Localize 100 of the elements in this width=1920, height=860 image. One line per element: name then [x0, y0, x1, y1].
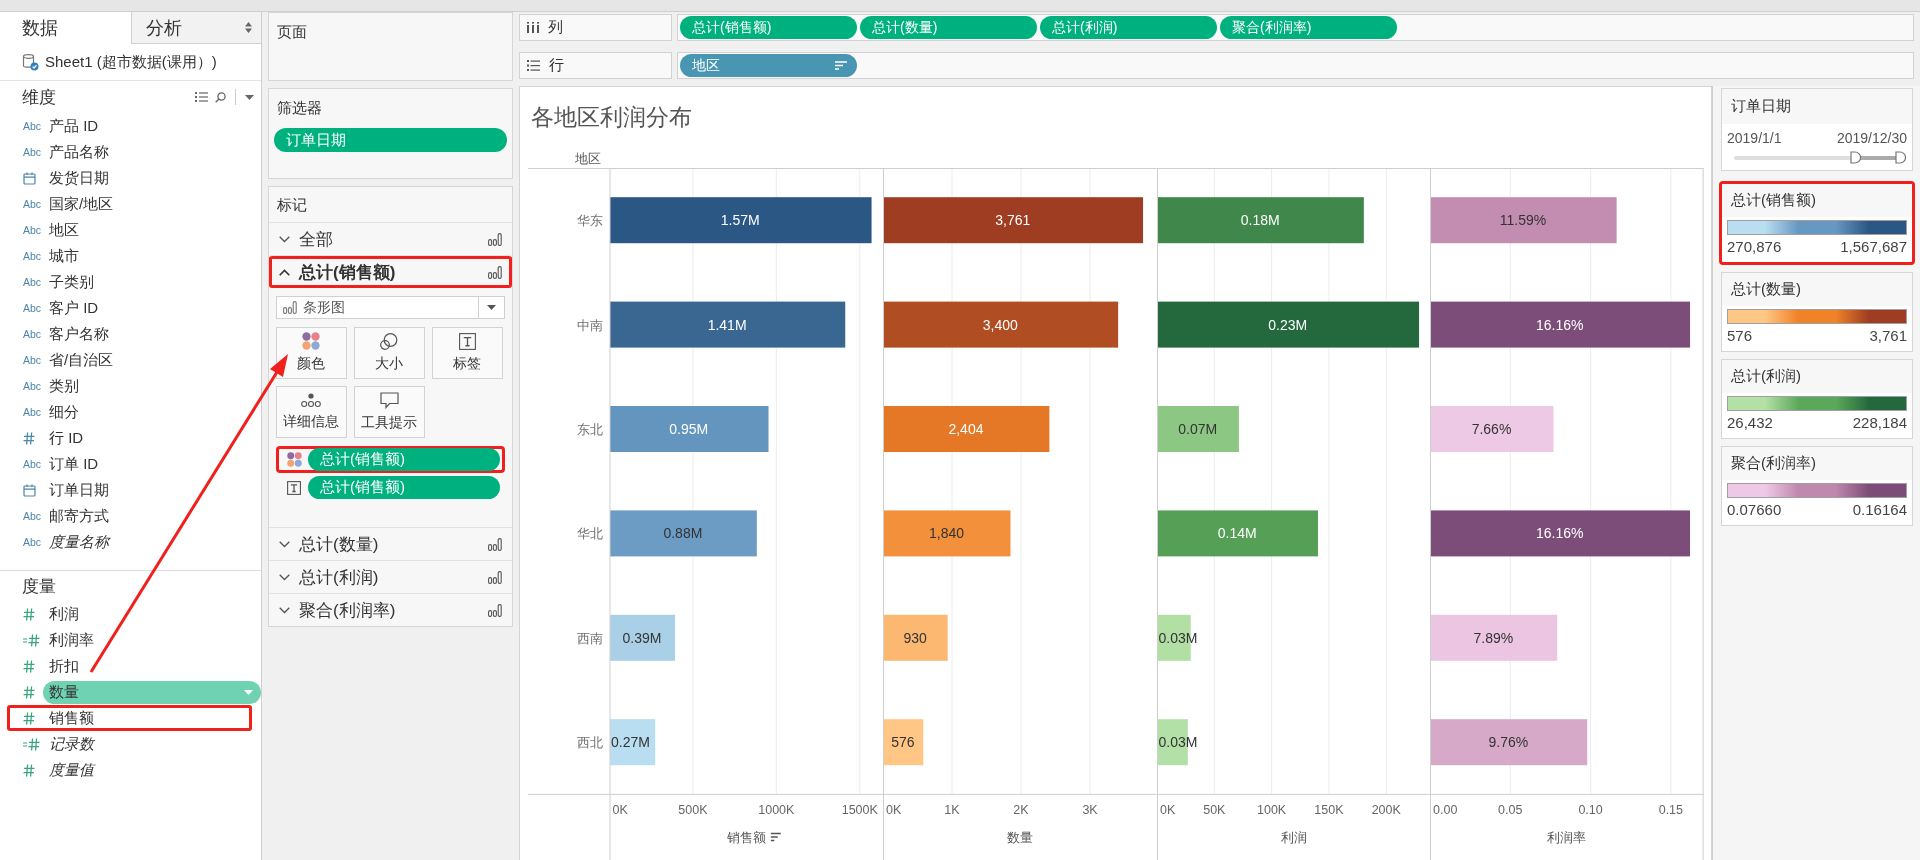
marks-card-row[interactable]: 总计(数量) [269, 527, 512, 560]
data-type-label: Abc [23, 328, 42, 340]
field-item[interactable]: Abc 细分 [7, 399, 252, 425]
bar-value-label: 3,761 [995, 212, 1031, 229]
data-type-label: Abc [23, 354, 42, 366]
chart-title: 各地区利润分布 [531, 105, 692, 130]
axis-tick-label: 1000K [758, 803, 795, 818]
bar-value-label: 0.88M [663, 525, 703, 542]
axis-tick-label: 0K [612, 803, 628, 818]
bar-chart-icon [488, 265, 502, 279]
hash-icon [23, 659, 35, 673]
mark-property-button[interactable]: 详细信息 [276, 385, 347, 438]
field-item[interactable]: Abc 城市 [7, 243, 252, 269]
bar-value-label: 0.14M [1217, 525, 1257, 542]
data-type-label: Abc [23, 146, 42, 158]
field-item[interactable]: 折扣 [7, 653, 252, 679]
chevron-down-icon [279, 573, 290, 581]
marks-card-row[interactable]: 聚合(利润率) [269, 593, 512, 626]
bar-value-label: 0.03M [1158, 629, 1198, 646]
legend-max-label: 3,761 [1869, 327, 1907, 345]
data-type-label: Abc [23, 406, 42, 418]
mark-property-button[interactable]: 标签 [432, 326, 503, 379]
field-pill[interactable]: 数量 [43, 680, 261, 704]
range-start-label: 2019/1/1 [1727, 130, 1782, 146]
axis-tick-label: 1500K [841, 803, 878, 818]
bar-value-label: 1.57M [720, 212, 760, 229]
field-item[interactable]: 行 ID [7, 425, 252, 451]
field-item[interactable]: 记录数 [7, 731, 252, 757]
bar [610, 719, 656, 766]
calendar-icon [23, 483, 36, 497]
mark-property-button[interactable]: 大小 [354, 326, 425, 379]
bar-value-label: 11.59% [1500, 212, 1547, 229]
bar-chart-icon [488, 537, 502, 551]
data-type-label: Abc [23, 536, 42, 548]
field-item[interactable]: 发货日期 [7, 165, 252, 191]
field-item[interactable]: 利润率 [7, 627, 252, 653]
data-type-label: Abc [23, 510, 42, 522]
bar-value-label: 16.16% [1536, 525, 1584, 542]
field-item[interactable]: 利润 [7, 601, 252, 627]
field-item[interactable]: 订单日期 [7, 477, 252, 503]
slider-handle[interactable] [1895, 151, 1906, 164]
axis-tick-label: 100K [1256, 803, 1286, 818]
axis-tick-label: 150K [1314, 803, 1344, 818]
field-item[interactable]: Abc 度量名称 [7, 529, 252, 555]
field-item[interactable]: Abc 产品名称 [7, 139, 252, 165]
sort-descending-icon[interactable] [770, 832, 782, 842]
field-item[interactable]: Abc 订单 ID [7, 451, 252, 477]
marks-card-row[interactable]: 总计(销售额) [269, 255, 512, 288]
field-item[interactable]: Abc 子类别 [7, 269, 252, 295]
bar [883, 614, 948, 661]
field-item[interactable]: Abc 产品 ID [7, 113, 252, 139]
legend-title: 总计(数量) [1731, 280, 1801, 299]
mark-type-dropdown[interactable]: 条形图 [276, 296, 505, 319]
legend-max-label: 228,184 [1852, 414, 1907, 432]
legend-min-label: 0.07660 [1727, 501, 1782, 519]
slider-handle[interactable] [1849, 151, 1861, 164]
card-title: 页面 [277, 23, 307, 40]
row-label: 华北 [576, 526, 603, 542]
field-item[interactable]: Abc 国家/地区 [7, 191, 252, 217]
search-icon [215, 91, 226, 103]
data-type-label: Abc [23, 120, 42, 132]
marks-card-row[interactable]: 总计(利润) [269, 560, 512, 593]
chevron-down-icon [279, 235, 290, 243]
bar-value-label: 3,400 [982, 316, 1018, 333]
range-slider[interactable] [1734, 151, 1906, 164]
legend-max-label: 0.16164 [1852, 501, 1907, 519]
bar-chart-icon [488, 232, 502, 246]
field-item[interactable]: 销售额 [7, 705, 252, 731]
bar-chart-icon [488, 603, 502, 617]
mark-property-button[interactable]: 工具提示 [354, 385, 425, 438]
field-item[interactable]: Abc 省/自治区 [7, 347, 252, 373]
calculated-hash-icon [23, 633, 40, 647]
bar-value-label: 0.03M [1158, 734, 1198, 751]
up-down-caret-icon [245, 22, 252, 33]
axis-tick-label: 0.15 [1659, 803, 1684, 818]
card-title: 标记 [277, 195, 307, 214]
axis-tick-label: 0.10 [1578, 803, 1604, 818]
legend-min-label: 26,432 [1727, 414, 1773, 432]
field-item[interactable]: 度量值 [7, 757, 252, 783]
field-item[interactable]: Abc 邮寄方式 [7, 503, 252, 529]
bar-value-label: 7.89% [1473, 629, 1514, 646]
bar-value-label: 0.23M [1268, 316, 1307, 333]
field-item[interactable]: Abc 类别 [7, 373, 252, 399]
data-type-label: Abc [23, 250, 42, 262]
axis-tick-label: 2K [1013, 803, 1029, 818]
legend-min-label: 270,876 [1727, 238, 1782, 256]
bar-value-label: 0.39M [622, 629, 662, 646]
legend-title: 总计(销售额) [1731, 191, 1816, 210]
field-item[interactable]: Abc 地区 [7, 217, 252, 243]
bar-value-label: 7.66% [1472, 421, 1512, 437]
bar-value-label: 0.07M [1178, 421, 1217, 437]
datasource-name[interactable]: Sheet1 (超市数据(课用）) [45, 52, 217, 72]
chevron-up-icon [279, 268, 290, 276]
mark-property-button[interactable]: 颜色 [276, 326, 347, 379]
field-item[interactable]: Abc 客户 ID [7, 295, 252, 321]
field-item[interactable]: Abc 客户名称 [7, 321, 252, 347]
legend-title: 总计(利润) [1731, 367, 1801, 386]
shelf-label: 列 [548, 18, 563, 37]
marks-card-row[interactable]: 全部 [269, 222, 512, 255]
pane-tab[interactable]: 分析 [131, 12, 261, 44]
